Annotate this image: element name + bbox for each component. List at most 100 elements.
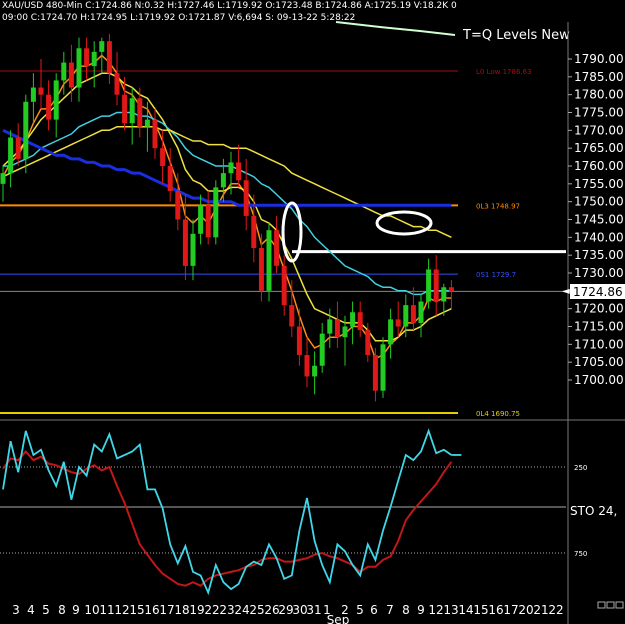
candle-body bbox=[342, 326, 348, 338]
date-tick-label: 5 bbox=[356, 603, 364, 617]
candle-body bbox=[46, 94, 52, 120]
bar-info-line: 09:00 C:1724.70 H:1724.95 L:1719.92 O:17… bbox=[2, 13, 355, 23]
price-tick-label: 1760.00 bbox=[574, 159, 624, 173]
date-tick-label: 14 bbox=[458, 603, 473, 617]
candle-body bbox=[319, 333, 325, 366]
price-tick-label: 1720.00 bbox=[574, 302, 624, 316]
price-tick-label: 1740.00 bbox=[574, 230, 624, 244]
candle-body bbox=[403, 305, 409, 327]
candle-body bbox=[160, 148, 166, 166]
date-tick-label: 21 bbox=[533, 603, 548, 617]
date-tick-label: 12 bbox=[428, 603, 443, 617]
price-tick-label: 1715.00 bbox=[574, 320, 624, 334]
price-chart: XAU/USD 480-Min C:1724.86 N:0.32 H:1727.… bbox=[0, 0, 625, 624]
candle-body bbox=[327, 319, 333, 334]
date-tick-label: 20 bbox=[518, 603, 533, 617]
candle-body bbox=[228, 162, 234, 174]
price-tick-label: 1745.00 bbox=[574, 213, 624, 227]
candle-body bbox=[289, 305, 295, 327]
date-tick-label: 24 bbox=[234, 603, 249, 617]
price-tick-label: 1765.00 bbox=[574, 141, 624, 155]
candle-body bbox=[312, 365, 318, 377]
candle-body bbox=[61, 62, 67, 81]
candle-body bbox=[388, 319, 394, 345]
candle-body bbox=[38, 87, 44, 95]
level-label: 0L4 1690.75 bbox=[476, 410, 520, 418]
date-tick-label: 7 bbox=[386, 603, 394, 617]
candle-body bbox=[372, 355, 378, 391]
date-tick-label: 16 bbox=[488, 603, 503, 617]
date-tick-label: 15 bbox=[129, 603, 144, 617]
candle-body bbox=[175, 190, 181, 220]
symbol-info-line: XAU/USD 480-Min C:1724.86 N:0.32 H:1727.… bbox=[2, 1, 457, 11]
candle-body bbox=[258, 248, 264, 291]
price-tick-label: 1705.00 bbox=[574, 355, 624, 369]
date-tick-label: 29 bbox=[278, 603, 293, 617]
candle-body bbox=[441, 287, 447, 302]
candle-body bbox=[23, 101, 29, 159]
price-tick-label: 1790.00 bbox=[574, 52, 624, 66]
candle-body bbox=[91, 51, 97, 67]
candle-body bbox=[198, 205, 204, 234]
date-tick-label: 17 bbox=[159, 603, 174, 617]
last-price-label: 1724.86 bbox=[573, 285, 623, 299]
candle-body bbox=[243, 180, 249, 216]
candle-body bbox=[167, 166, 173, 191]
candle-body bbox=[236, 162, 242, 181]
date-tick-label: 3 bbox=[12, 603, 20, 617]
date-tick-label: 31 bbox=[306, 603, 321, 617]
date-tick-label: 8 bbox=[402, 603, 410, 617]
candle-body bbox=[365, 330, 371, 356]
date-tick-label: 12 bbox=[114, 603, 129, 617]
date-tick-label: 23 bbox=[219, 603, 234, 617]
date-tick-label: 30 bbox=[292, 603, 307, 617]
date-tick-label: 9 bbox=[417, 603, 425, 617]
price-tick-label: 1700.00 bbox=[574, 373, 624, 387]
date-tick-label: 22 bbox=[204, 603, 219, 617]
candle-body bbox=[334, 319, 340, 338]
price-tick-label: 1775.00 bbox=[574, 106, 624, 120]
date-tick-label: 16 bbox=[144, 603, 159, 617]
candle-body bbox=[190, 233, 196, 266]
candle-body bbox=[433, 269, 439, 302]
candle-body bbox=[106, 41, 112, 74]
candle-body bbox=[281, 265, 287, 306]
oscillator-level-label: 250 bbox=[574, 464, 587, 472]
chart-title: T=Q Levels New bbox=[462, 28, 570, 43]
candle-body bbox=[251, 215, 257, 249]
sto-label: STO 24, bbox=[570, 504, 617, 518]
date-tick-label: 15 bbox=[473, 603, 488, 617]
candle-body bbox=[76, 48, 82, 88]
date-tick-label: 11 bbox=[99, 603, 114, 617]
price-pointer-icon: ◄ bbox=[562, 286, 570, 297]
price-tick-label: 1730.00 bbox=[574, 266, 624, 280]
candle-body bbox=[84, 48, 90, 67]
level-label: 0L3 1748.97 bbox=[476, 202, 520, 210]
candle-body bbox=[8, 137, 14, 174]
candle-body bbox=[357, 312, 363, 331]
candle-body bbox=[144, 119, 150, 127]
date-tick-label: 26 bbox=[264, 603, 279, 617]
candle-body bbox=[0, 173, 6, 184]
candle-body bbox=[114, 73, 120, 95]
price-tick-label: 1755.00 bbox=[574, 177, 624, 191]
candle-body bbox=[304, 355, 310, 377]
date-tick-label: 18 bbox=[174, 603, 189, 617]
price-tick-label: 1780.00 bbox=[574, 88, 624, 102]
candle-body bbox=[266, 230, 272, 291]
date-tick-label: 4 bbox=[27, 603, 35, 617]
date-tick-label: 9 bbox=[72, 603, 80, 617]
candle-body bbox=[380, 344, 386, 391]
candle-body bbox=[426, 269, 432, 302]
candle-body bbox=[410, 305, 416, 323]
last-price-tag: 1724.86 bbox=[570, 284, 625, 299]
month-label: Sep bbox=[327, 613, 350, 624]
date-tick-label: 5 bbox=[42, 603, 50, 617]
candle-body bbox=[68, 62, 74, 88]
date-tick-label: 8 bbox=[58, 603, 66, 617]
price-tick-label: 1770.00 bbox=[574, 123, 624, 137]
date-tick-label: 10 bbox=[84, 603, 99, 617]
candle-body bbox=[99, 41, 105, 52]
price-tick-label: 1710.00 bbox=[574, 337, 624, 351]
price-tick-label: 1785.00 bbox=[574, 70, 624, 84]
